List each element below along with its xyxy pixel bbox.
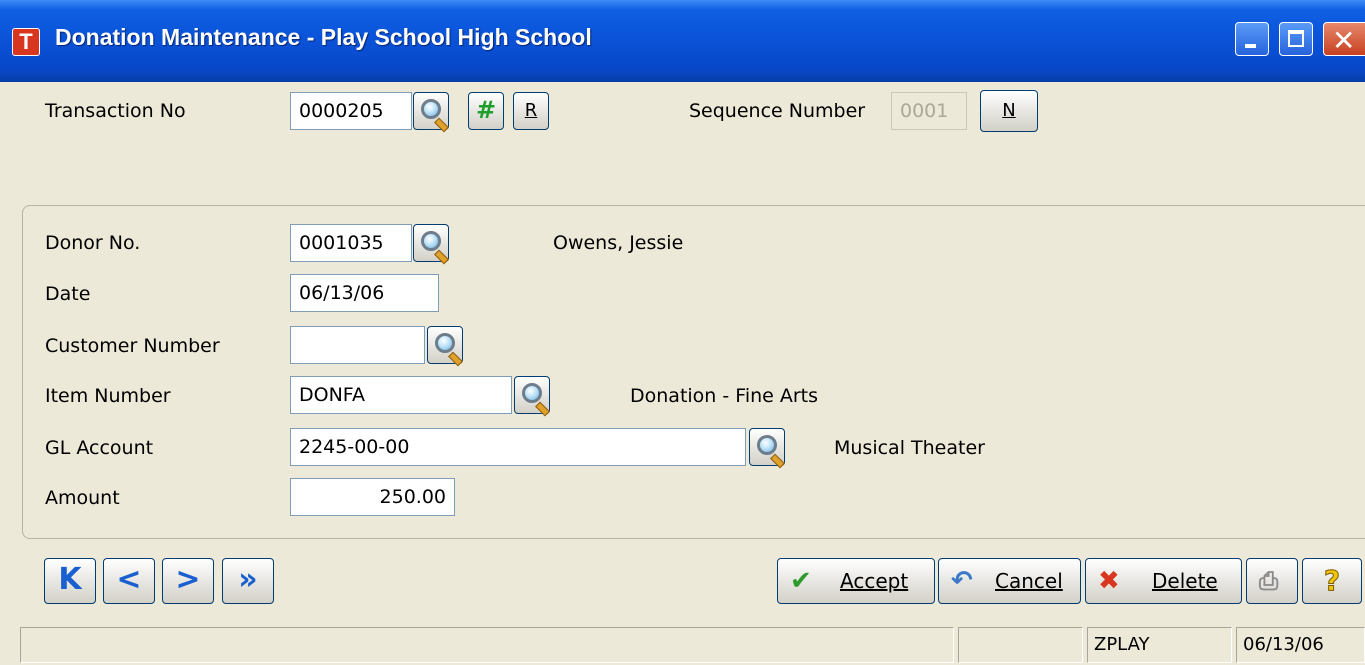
magnifier-icon [421,99,441,119]
customer-number-input[interactable] [290,326,425,364]
close-icon: ✕ [1332,24,1356,57]
date-input[interactable]: 06/13/06 [290,274,439,312]
help-icon: ? [1323,564,1341,598]
donor-name: Owens, Jessie [553,232,684,254]
magnifier-icon [757,435,777,455]
amount-input[interactable]: 250.00 [290,478,455,516]
amount-label: Amount [45,487,120,509]
undo-icon: ↶ [951,566,973,596]
last-record-icon: » [238,562,258,597]
delete-x-icon: ✖ [1098,566,1120,596]
gl-account-description: Musical Theater [834,437,985,459]
item-number-input[interactable]: DONFA [290,376,512,414]
status-date: 06/13/06 [1236,627,1365,663]
app-icon: T [12,28,40,56]
n-button[interactable]: N [980,90,1038,132]
check-icon: ✔ [790,566,812,596]
date-label: Date [45,283,91,305]
gl-account-label: GL Account [45,437,154,459]
accept-button[interactable]: ✔ Accept [777,558,935,604]
cancel-button[interactable]: ↶ Cancel [938,558,1081,604]
item-number-label: Item Number [45,385,171,407]
next-number-button[interactable]: # [468,92,504,130]
sequence-number-field: 0001 [891,92,967,130]
title-bar: T Donation Maintenance - Play School Hig… [0,0,1365,82]
maximize-icon [1288,30,1304,47]
print-button[interactable]: ⎙ [1246,558,1298,604]
close-button[interactable]: ✕ [1323,22,1365,57]
gl-account-input[interactable]: 2245-00-00 [290,428,746,466]
transaction-no-label: Transaction No [45,100,186,122]
donor-no-input[interactable]: 0001035 [290,224,412,262]
item-description: Donation - Fine Arts [630,385,819,407]
donor-lookup-button[interactable] [413,224,449,262]
previous-icon: < [116,562,142,597]
cancel-label: Cancel [995,569,1063,593]
transaction-lookup-button[interactable] [413,92,449,130]
help-button[interactable]: ? [1302,558,1362,604]
status-company: ZPLAY [1087,627,1232,663]
status-cell-2 [958,627,1083,663]
details-groupbox [22,205,1365,539]
transaction-no-input[interactable]: 0000205 [290,92,412,130]
customer-number-label: Customer Number [45,335,220,357]
minimize-button[interactable] [1235,22,1269,56]
next-icon: > [175,562,201,597]
maximize-button[interactable] [1279,22,1313,56]
sequence-number-label: Sequence Number [689,100,866,122]
status-message-cell [20,627,954,663]
magnifier-icon [435,333,455,353]
item-lookup-button[interactable] [514,376,550,414]
first-record-icon: K [58,562,82,597]
hash-icon: # [475,96,497,124]
next-record-button[interactable]: > [162,558,214,604]
magnifier-icon [522,383,542,403]
minimize-icon [1245,44,1256,48]
accept-label: Accept [840,569,909,593]
r-button[interactable]: R [513,92,549,130]
donor-no-label: Donor No. [45,232,141,254]
previous-record-button[interactable]: < [103,558,155,604]
customer-lookup-button[interactable] [427,326,463,364]
delete-button[interactable]: ✖ Delete [1085,558,1242,604]
first-record-button[interactable]: K [44,558,96,604]
magnifier-icon [421,231,441,251]
window-title: Donation Maintenance - Play School High … [55,24,592,50]
printer-icon: ⎙ [1259,567,1279,595]
gl-account-lookup-button[interactable] [749,428,785,466]
delete-label: Delete [1152,569,1218,593]
last-record-button[interactable]: » [222,558,274,604]
